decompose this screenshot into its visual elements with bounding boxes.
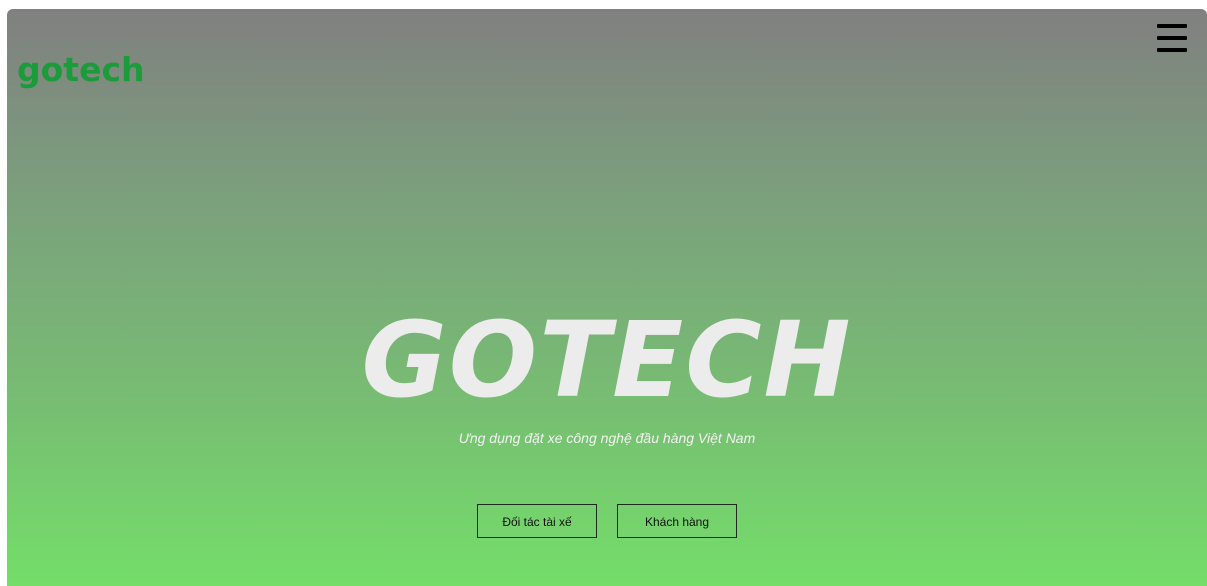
hero-subtitle: Ưng dụng đặt xe công nghệ đầu hàng Việt … (458, 430, 756, 446)
hero-section: gotech GOTECH Ưng dụng đặt xe công nghệ … (7, 9, 1207, 586)
gotech-logo[interactable]: gotech (17, 51, 162, 93)
menu-line (1157, 24, 1187, 28)
menu-line (1157, 36, 1187, 40)
driver-partner-button[interactable]: Đối tác tài xế (477, 504, 597, 538)
customer-button[interactable]: Khách hàng (617, 504, 737, 538)
menu-line (1157, 48, 1187, 52)
svg-text:gotech: gotech (17, 51, 145, 89)
hero-title: GOTECH (361, 299, 853, 421)
hamburger-menu-icon[interactable] (1157, 24, 1187, 54)
